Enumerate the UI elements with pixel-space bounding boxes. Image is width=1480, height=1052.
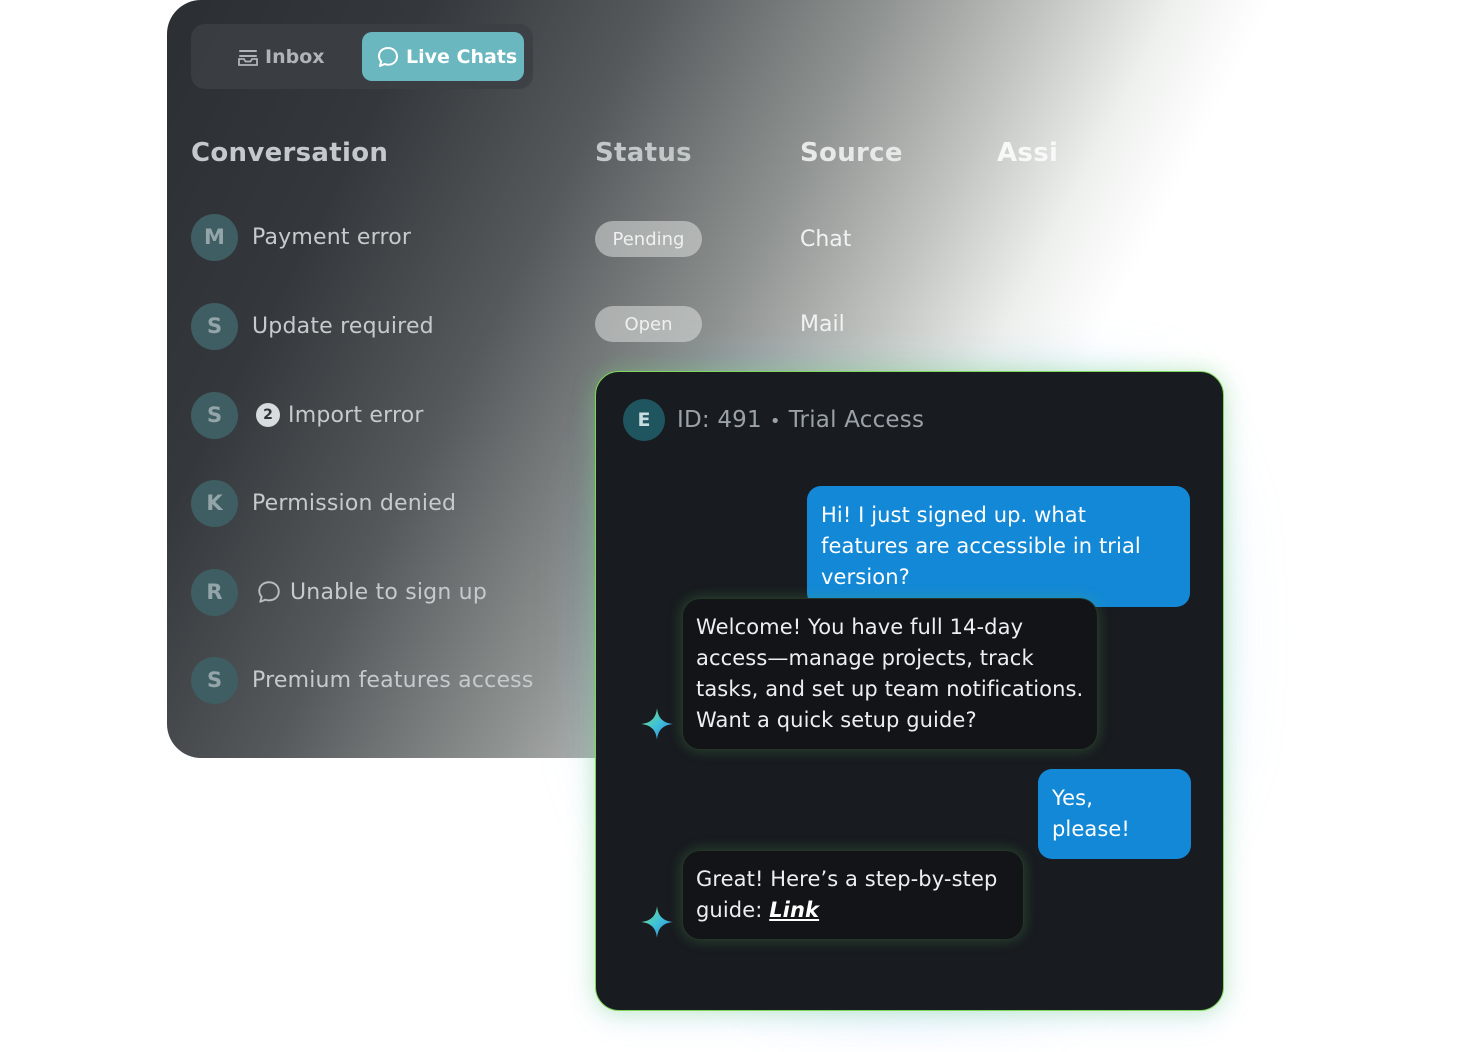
avatar: E	[623, 399, 665, 441]
conversation-title: Unable to sign up	[290, 579, 487, 605]
assistant-message-text: Great! Here’s a step-by-step guide:	[696, 867, 998, 922]
tab-inbox-label: Inbox	[265, 45, 325, 68]
column-header-status[interactable]: Status	[595, 138, 692, 168]
conversation-row[interactable]: S Premium features access	[191, 656, 534, 704]
conversation-topic: Trial Access	[788, 407, 925, 433]
conversation-id: ID: 491	[677, 407, 762, 433]
avatar: M	[191, 213, 238, 261]
conversation-row[interactable]: R Unable to sign up	[191, 568, 487, 616]
unread-count-badge: 2	[256, 403, 280, 427]
user-message: Hi! I just signed up. what features are …	[807, 486, 1190, 607]
source-label: Chat	[800, 227, 852, 252]
conversation-title: Import error	[288, 402, 424, 428]
tab-live-chats-label: Live Chats	[406, 45, 518, 68]
conversation-title: Permission denied	[252, 490, 457, 516]
guide-link[interactable]: Link	[769, 898, 819, 922]
status-badge: Pending	[595, 221, 702, 257]
ai-sparkle-icon	[641, 708, 673, 740]
conversation-row[interactable]: M Payment error	[191, 213, 411, 261]
conversation-title: Update required	[252, 313, 434, 339]
conversation-row[interactable]: S Update required	[191, 302, 434, 350]
avatar: K	[191, 479, 238, 527]
tab-inbox[interactable]: Inbox	[221, 32, 371, 81]
column-header-assignee[interactable]: Assi	[997, 138, 1058, 168]
avatar: S	[191, 656, 238, 704]
conversation-title: Premium features access	[252, 667, 534, 693]
chat-bubble-icon	[256, 579, 282, 605]
status-badge: Open	[595, 306, 702, 342]
tab-live-chats[interactable]: Live Chats	[362, 32, 524, 81]
column-header-conversation[interactable]: Conversation	[191, 138, 388, 168]
conversation-title: Payment error	[252, 224, 412, 250]
assistant-message: Welcome! You have full 14-day access—man…	[682, 598, 1098, 750]
avatar: S	[191, 391, 238, 439]
tab-bar: Inbox Live Chats	[191, 24, 533, 89]
conversation-row[interactable]: K Permission denied	[191, 479, 456, 527]
avatar: S	[191, 302, 238, 350]
avatar: R	[191, 568, 238, 616]
ai-sparkle-icon	[641, 906, 673, 938]
user-message: Yes, please!	[1038, 769, 1191, 859]
column-header-source[interactable]: Source	[800, 138, 903, 168]
chat-title: ID: 491 • Trial Access	[677, 407, 924, 433]
assistant-message: Great! Here’s a step-by-step guide: Link	[682, 850, 1024, 940]
conversation-row[interactable]: S 2 Import error	[191, 391, 424, 439]
inbox-icon	[237, 47, 259, 67]
chat-window: E ID: 491 • Trial Access Hi! I just signed…	[595, 371, 1224, 1011]
chat-header: E ID: 491 • Trial Access	[623, 399, 924, 441]
title-separator: •	[769, 411, 781, 432]
source-label: Mail	[800, 312, 845, 337]
chat-bubble-icon	[376, 45, 400, 69]
